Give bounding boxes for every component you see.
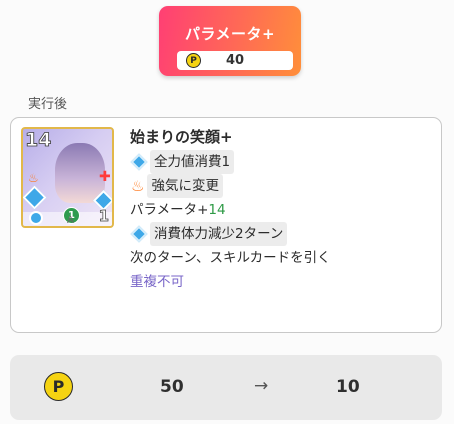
card-level-number: 14 (25, 129, 52, 151)
parameter-plus-title: パラメータ+ (184, 25, 276, 43)
flame-icon: ♨ (28, 171, 39, 185)
parameter-plus-badge: パラメータ+ P 40 (159, 6, 301, 76)
clock-icon (29, 211, 43, 225)
diamond-icon (130, 153, 148, 171)
effect-line-stamina: 消費体力減少2ターン (130, 222, 430, 246)
parameter-cost-box: P 40 (177, 51, 293, 70)
effect-line-parameter: パラメータ+ 14 (130, 198, 430, 222)
corner-number: 1 (98, 207, 109, 226)
effect-text: 全力値消費1 (150, 150, 235, 174)
skill-card-info: 始まりの笑顔+ 全力値消費1 ♨ 強気に変更 パラメータ+ 14 消費体力減少2… (130, 125, 430, 294)
effect-line-draw: 次のターン、スキルカードを引く (130, 246, 430, 270)
p-before-value: 50 (160, 377, 184, 397)
plus-icon: ✚ (99, 169, 111, 185)
arrow-right-icon: → (254, 376, 269, 396)
parameter-value: 14 (208, 202, 226, 218)
no-duplicate-label: 重複不可 (130, 274, 184, 290)
card-name: 始まりの笑顔+ (130, 128, 233, 146)
skill-card-thumbnail[interactable]: 14 ♨ ✚ 1 A 1 (21, 127, 114, 228)
after-execution-label: 実行後 (28, 97, 68, 112)
effect-text: パラメータ+ (130, 202, 209, 218)
effect-line-full-power: 全力値消費1 (130, 150, 430, 174)
diamond-left-icon (23, 185, 47, 210)
p-coin-icon: P (44, 372, 73, 401)
effect-text: 消費体力減少2ターン (150, 222, 288, 246)
skill-card-detail-panel: 14 ♨ ✚ 1 A 1 始まりの笑顔+ 全力値消費1 ♨ 強気に変更 パラメー… (10, 117, 442, 333)
effect-line-unique: 重複不可 (130, 270, 430, 294)
parameter-cost-value: 40 (225, 53, 245, 68)
effect-text: 強気に変更 (147, 174, 223, 198)
p-coin-icon: P (186, 53, 201, 68)
diamond-icon (130, 225, 148, 243)
rank-letter: A (67, 215, 74, 226)
p-after-value: 10 (336, 377, 360, 397)
effect-text: 次のターン、スキルカードを引く (130, 250, 331, 266)
flame-icon: ♨ (131, 177, 145, 195)
effect-line-stance: ♨ 強気に変更 (130, 174, 430, 198)
p-point-change-bar: P 50 → 10 (10, 355, 442, 420)
